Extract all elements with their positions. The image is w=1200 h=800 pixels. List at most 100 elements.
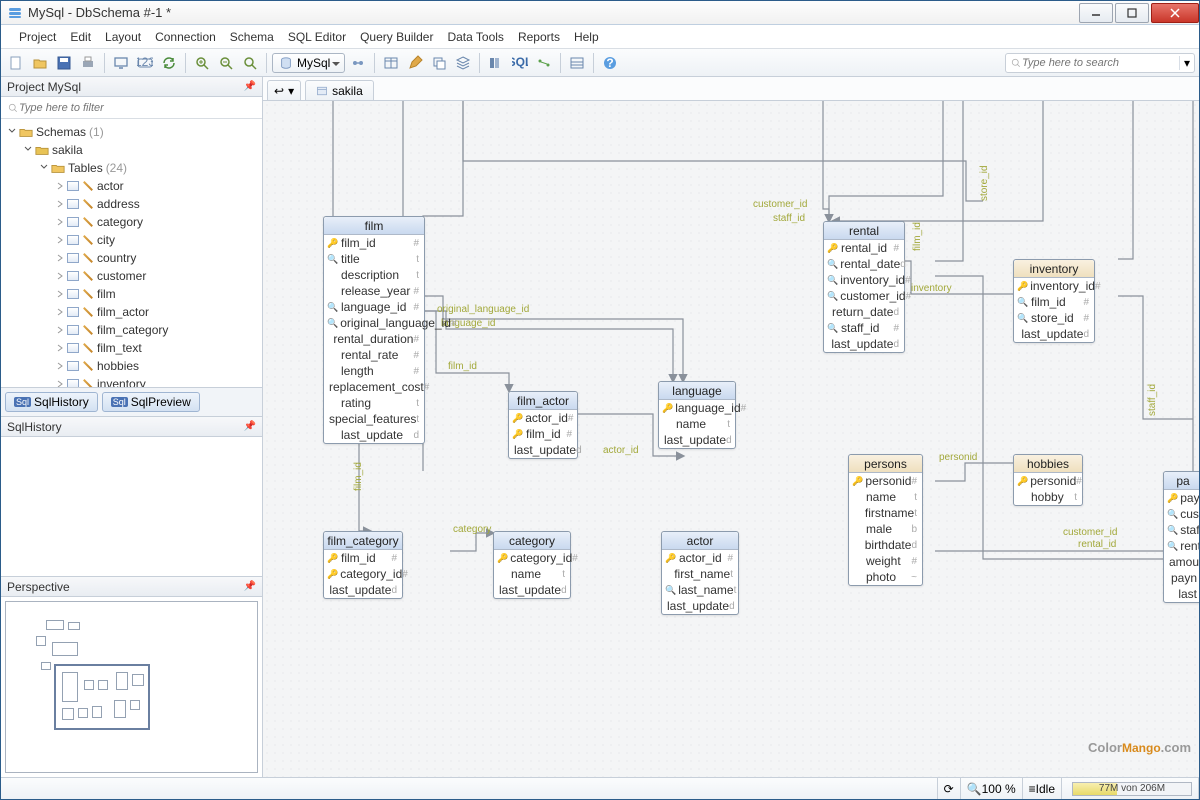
new-button[interactable] [5,52,27,74]
refresh-button[interactable] [158,52,180,74]
column-original_language_id[interactable]: 🔍original_language_id# [324,315,424,331]
diagram-tab-sakila[interactable]: sakila [305,80,374,100]
column-last_name[interactable]: 🔍last_namet [662,582,738,598]
entity-rental[interactable]: rental🔑rental_id#🔍rental_dated🔍inventory… [823,221,905,353]
tree-table-city[interactable]: city [3,231,260,249]
search-box[interactable]: ▾ [1005,53,1195,73]
column-personid[interactable]: 🔑personid# [1014,473,1082,489]
columns-button[interactable] [485,52,507,74]
tree-table-actor[interactable]: actor [3,177,260,195]
column-rental_date[interactable]: 🔍rental_dated [824,256,904,272]
menu-datatools[interactable]: Data Tools [447,30,503,44]
entity-payment[interactable]: pa🔑payn🔍cust🔍staf🔍rentamoupaynlast [1163,471,1199,603]
menu-project[interactable]: Project [19,30,56,44]
tree-schema-sakila[interactable]: sakila [3,141,260,159]
column-first_name[interactable]: first_namet [662,566,738,582]
filter-box[interactable] [1,97,262,119]
column-firstname[interactable]: firstnamet [849,505,922,521]
sqlpreview-tab[interactable]: SqlSqlPreview [102,392,200,412]
layers-button[interactable] [452,52,474,74]
column-inventory_id[interactable]: 🔑inventory_id# [1014,278,1094,294]
entity-film_category[interactable]: film_category🔑film_id#🔑category_id#last_… [323,531,403,599]
minimize-button[interactable] [1079,3,1113,23]
column-last_update[interactable]: last_updated [662,598,738,614]
column-language_id[interactable]: 🔍language_id# [324,299,424,315]
column-film_id[interactable]: 🔍film_id# [1014,294,1094,310]
column-cust[interactable]: 🔍cust [1164,506,1199,522]
edit-tool-button[interactable] [404,52,426,74]
entity-film[interactable]: film🔑film_id#🔍titletdescriptiontrelease_… [323,216,425,444]
menu-layout[interactable]: Layout [105,30,141,44]
column-name[interactable]: namet [659,416,735,432]
column-description[interactable]: descriptiont [324,267,424,283]
save-button[interactable] [53,52,75,74]
column-birthdate[interactable]: birthdated [849,537,922,553]
column-last_update[interactable]: last_updated [494,582,570,598]
minimap[interactable] [5,601,258,773]
column-customer_id[interactable]: 🔍customer_id# [824,288,904,304]
column-last_update[interactable]: last_updated [1014,326,1094,342]
tree-table-film_actor[interactable]: film_actor [3,303,260,321]
menu-reports[interactable]: Reports [518,30,560,44]
tree-table-category[interactable]: category [3,213,260,231]
zoom-in-button[interactable] [191,52,213,74]
column-staf[interactable]: 🔍staf [1164,522,1199,538]
search-input[interactable] [1022,57,1179,69]
sqlhistory-tab[interactable]: SqlSqlHistory [5,392,98,412]
column-actor_id[interactable]: 🔑actor_id# [662,550,738,566]
column-category_id[interactable]: 🔑category_id# [324,566,402,582]
column-language_id[interactable]: 🔑language_id# [659,400,735,416]
filter-input[interactable] [19,102,256,114]
column-photo[interactable]: photo~ [849,569,922,585]
connect-button[interactable] [347,52,369,74]
column-staff_id[interactable]: 🔍staff_id# [824,320,904,336]
column-last[interactable]: last [1164,586,1199,602]
entity-inventory[interactable]: inventory🔑inventory_id#🔍film_id#🔍store_i… [1013,259,1095,343]
column-film_id[interactable]: 🔑film_id# [324,235,424,251]
pin-icon[interactable]: 📌 [244,581,256,592]
column-payn[interactable]: payn [1164,570,1199,586]
table-tool-button[interactable] [380,52,402,74]
entity-persons[interactable]: persons🔑personid#nametfirstnametmalebbir… [848,454,923,586]
tree-table-address[interactable]: address [3,195,260,213]
zoom-out-button[interactable] [215,52,237,74]
canvas[interactable]: customer_id staff_id film_id original_la… [263,101,1199,777]
column-rating[interactable]: ratingt [324,395,424,411]
entity-hobbies[interactable]: hobbies🔑personid#hobbyt [1013,454,1083,506]
tree-table-hobbies[interactable]: hobbies [3,357,260,375]
column-film_id[interactable]: 🔑film_id# [509,426,577,442]
menu-querybuilder[interactable]: Query Builder [360,30,433,44]
column-last_update[interactable]: last_updated [324,427,424,443]
entity-category[interactable]: category🔑category_id#nametlast_updated [493,531,571,599]
column-payn[interactable]: 🔑payn [1164,490,1199,506]
entity-language[interactable]: language🔑language_id#nametlast_updated [658,381,736,449]
column-personid[interactable]: 🔑personid# [849,473,922,489]
menu-help[interactable]: Help [574,30,599,44]
search-dropdown-icon[interactable]: ▾ [1179,56,1190,70]
back-tab-button[interactable]: ↩▾ [267,80,301,100]
column-rental_duration[interactable]: rental_duration# [324,331,424,347]
menu-edit[interactable]: Edit [70,30,91,44]
status-zoom[interactable]: 🔍 100 % [961,778,1023,799]
column-title[interactable]: 🔍titlet [324,251,424,267]
column-return_date[interactable]: return_dated [824,304,904,320]
screen-button[interactable] [110,52,132,74]
column-length[interactable]: length# [324,363,424,379]
pin-icon[interactable]: 📌 [244,81,256,92]
tree-tables-node[interactable]: Tables (24) [3,159,260,177]
column-release_year[interactable]: release_year# [324,283,424,299]
tree-schemas[interactable]: Schemas (1) [3,123,260,141]
column-rental_id[interactable]: 🔑rental_id# [824,240,904,256]
column-rental_rate[interactable]: rental_rate# [324,347,424,363]
column-male[interactable]: maleb [849,521,922,537]
tree-table-film_text[interactable]: film_text [3,339,260,357]
copy-tool-button[interactable] [428,52,450,74]
column-last_update[interactable]: last_updated [509,442,577,458]
column-store_id[interactable]: 🔍store_id# [1014,310,1094,326]
column-name[interactable]: namet [849,489,922,505]
column-rent[interactable]: 🔍rent [1164,538,1199,554]
column-film_id[interactable]: 🔑film_id# [324,550,402,566]
column-name[interactable]: namet [494,566,570,582]
maximize-button[interactable] [1115,3,1149,23]
menu-connection[interactable]: Connection [155,30,216,44]
